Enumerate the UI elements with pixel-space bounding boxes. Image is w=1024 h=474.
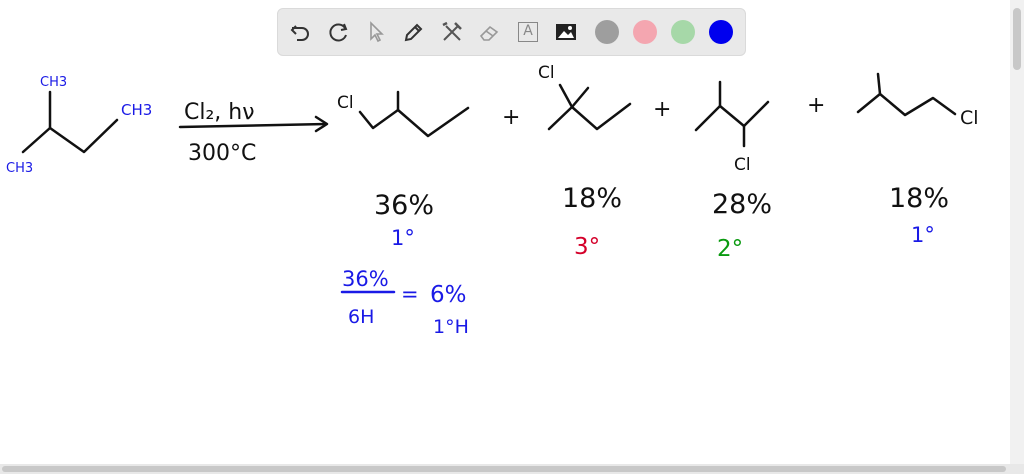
ch3-right-label: CH3 xyxy=(121,101,152,119)
calc-numerator: 36% xyxy=(342,267,389,291)
plus-sign-2: + xyxy=(653,97,671,122)
vertical-scroll-thumb[interactable] xyxy=(1013,8,1021,70)
ch3-top-label: CH3 xyxy=(40,75,67,90)
cl-label-product-4: Cl xyxy=(960,107,979,129)
product-4-skeleton xyxy=(856,72,957,117)
product-4-percent: 18% xyxy=(889,183,949,214)
product-3-skeleton xyxy=(694,80,770,148)
plus-sign-1: + xyxy=(502,105,520,130)
vertical-scrollbar[interactable] xyxy=(1010,0,1024,464)
product-1-skeleton xyxy=(358,90,470,138)
plus-sign-3: + xyxy=(807,93,825,118)
cl-label-product-1: Cl xyxy=(337,93,354,113)
drawing-canvas[interactable]: CH3 CH3 CH3 Cl₂, hν 300°C Cl Cl Cl Cl + … xyxy=(0,0,1010,464)
horizontal-scrollbar[interactable] xyxy=(0,464,1024,474)
product-3-percent: 28% xyxy=(712,189,772,220)
calc-result-unit: 1°H xyxy=(433,316,469,338)
product-2-degree: 3° xyxy=(574,234,600,260)
calc-equals: = xyxy=(401,282,419,306)
product-1-percent: 36% xyxy=(374,190,434,221)
product-2-skeleton xyxy=(547,83,632,131)
product-4-degree: 1° xyxy=(911,223,935,247)
calc-result: 6% xyxy=(430,282,467,308)
ch3-left-label: CH3 xyxy=(6,161,33,176)
product-3-degree: 2° xyxy=(717,236,743,262)
horizontal-scroll-thumb[interactable] xyxy=(2,466,1006,472)
reagent-top: Cl₂, hν xyxy=(184,100,255,125)
product-2-percent: 18% xyxy=(562,183,622,214)
reactant-skeleton xyxy=(21,90,119,154)
cl-label-product-3: Cl xyxy=(734,155,751,175)
calc-denominator: 6H xyxy=(348,306,374,328)
product-1-degree: 1° xyxy=(391,226,415,250)
cl-label-product-2: Cl xyxy=(538,63,555,83)
reagent-bottom: 300°C xyxy=(188,141,256,166)
